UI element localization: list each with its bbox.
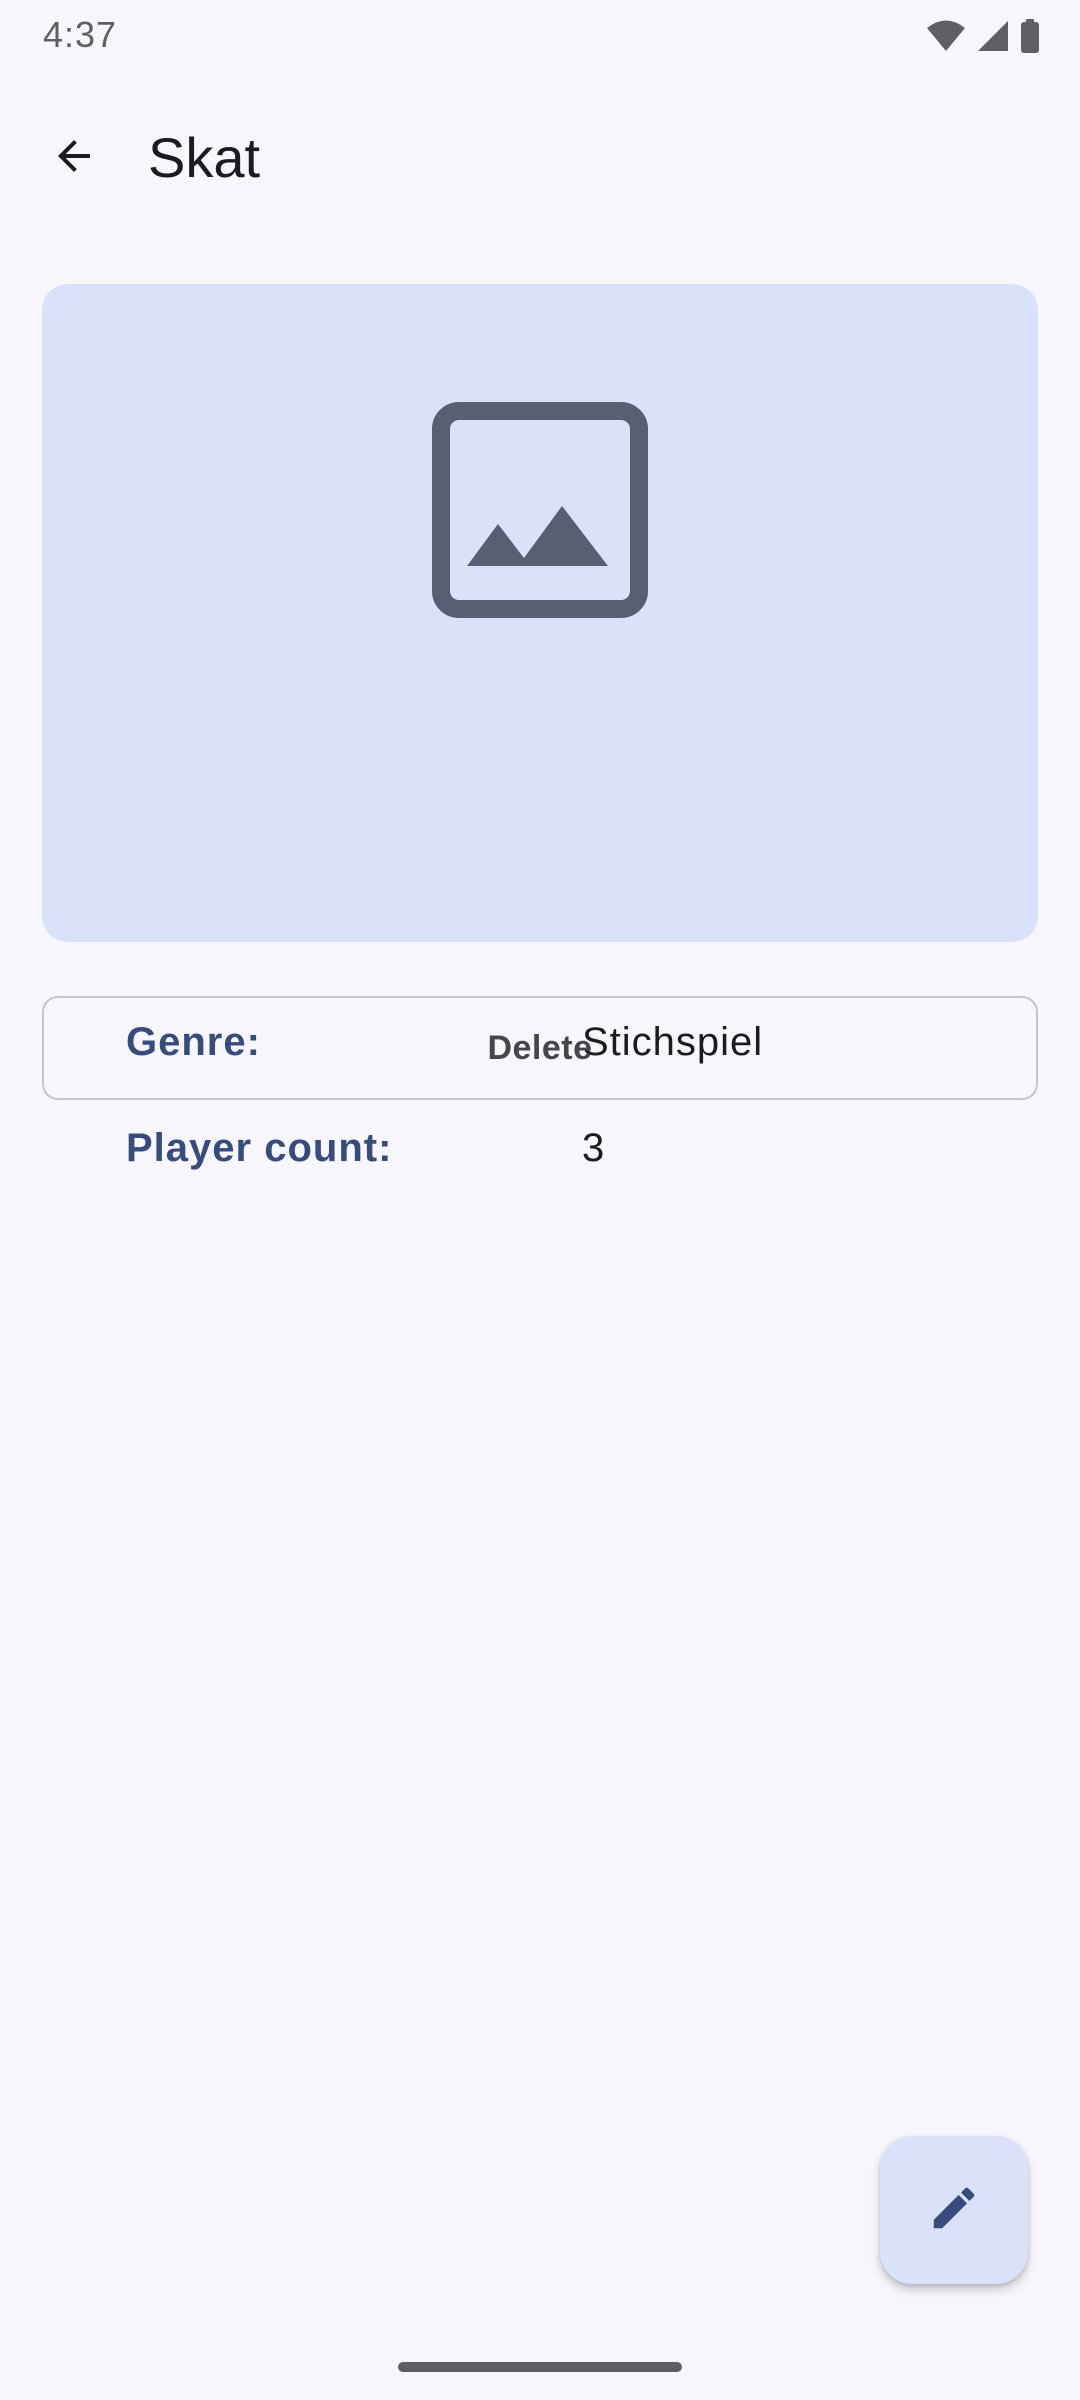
player-count-value: 3 [582,1126,606,1170]
edit-fab-button[interactable] [880,2136,1028,2284]
player-count-label: Player count: [126,1126,393,1170]
gesture-navigation-handle[interactable] [398,2362,682,2372]
player-count-row: Player count: 3 [126,1126,966,1186]
delete-button[interactable]: Delete [42,996,1038,1100]
status-icons [926,18,1040,54]
cellular-signal-icon [976,19,1010,53]
top-app-bar: Skat [0,96,1080,220]
battery-icon [1020,19,1040,53]
game-details-screen: 4:37 Skat Genre: Stichspiel Player count… [0,0,1080,2400]
status-time: 4:37 [43,14,118,55]
game-details-card: Genre: Stichspiel Player count: 3 [42,284,1038,1170]
back-button[interactable] [30,114,118,202]
pencil-edit-icon [927,2181,981,2240]
arrow-back-icon [50,132,98,185]
image-placeholder-icon [432,402,648,618]
status-bar: 4:37 [0,0,1080,72]
wifi-icon [926,19,966,53]
page-title: Skat [148,126,261,189]
